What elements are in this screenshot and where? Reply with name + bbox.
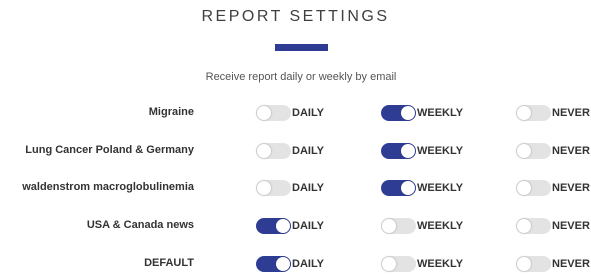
- option-label: DAILY: [292, 258, 324, 270]
- frequency-option-never[interactable]: NEVER: [516, 103, 590, 123]
- setting-row-label: Lung Cancer Poland & Germany: [25, 144, 194, 156]
- report-settings-title: REPORT SETTINGS: [201, 8, 390, 25]
- setting-row-label: Migraine: [148, 106, 194, 118]
- option-label: WEEKLY: [417, 182, 464, 194]
- setting-row: Migraine DAILY WEEKLY NEVER: [0, 103, 591, 123]
- setting-row-label: waldenstrom macroglobulinemia: [22, 181, 194, 193]
- option-label: NEVER: [552, 145, 590, 157]
- frequency-option-daily[interactable]: DAILY: [256, 216, 324, 236]
- frequency-option-weekly[interactable]: WEEKLY: [381, 216, 463, 236]
- title-accent-bar: [275, 44, 328, 51]
- toggle-switch[interactable]: [256, 105, 291, 121]
- toggle-switch[interactable]: [516, 143, 551, 159]
- toggle-knob: [517, 181, 531, 195]
- frequency-option-daily[interactable]: DAILY: [256, 103, 324, 123]
- frequency-option-weekly[interactable]: WEEKLY: [381, 103, 463, 123]
- toggle-switch[interactable]: [256, 180, 291, 196]
- toggle-switch[interactable]: [381, 218, 416, 234]
- setting-row: waldenstrom macroglobulinemia DAILY WEEKLY…: [0, 178, 591, 198]
- setting-row: DEFAULT DAILY WEEKLY NEVER: [0, 254, 591, 274]
- toggle-knob: [401, 181, 415, 195]
- toggle-knob: [401, 144, 415, 158]
- toggle-knob: [517, 106, 531, 120]
- frequency-option-weekly[interactable]: WEEKLY: [381, 178, 463, 198]
- frequency-option-never[interactable]: NEVER: [516, 141, 590, 161]
- option-label: NEVER: [552, 107, 590, 119]
- toggle-knob: [517, 144, 531, 158]
- option-label: NEVER: [552, 220, 590, 232]
- toggle-knob: [257, 106, 271, 120]
- frequency-option-weekly[interactable]: WEEKLY: [381, 141, 463, 161]
- toggle-knob: [276, 219, 290, 233]
- toggle-switch[interactable]: [516, 180, 551, 196]
- option-label: WEEKLY: [417, 107, 464, 119]
- toggle-knob: [257, 144, 271, 158]
- option-label: NEVER: [552, 258, 590, 270]
- option-label: WEEKLY: [417, 145, 464, 157]
- toggle-switch[interactable]: [381, 143, 416, 159]
- toggle-knob: [382, 257, 396, 271]
- setting-row: USA & Canada news DAILY WEEKLY NEVER: [0, 216, 591, 236]
- frequency-option-never[interactable]: NEVER: [516, 254, 590, 274]
- toggle-switch[interactable]: [381, 180, 416, 196]
- frequency-option-weekly[interactable]: WEEKLY: [381, 254, 463, 274]
- option-label: WEEKLY: [417, 220, 464, 232]
- toggle-switch[interactable]: [516, 218, 551, 234]
- toggle-switch[interactable]: [516, 105, 551, 121]
- option-label: DAILY: [292, 145, 324, 157]
- toggle-switch[interactable]: [381, 105, 416, 121]
- toggle-switch[interactable]: [256, 218, 291, 234]
- frequency-option-daily[interactable]: DAILY: [256, 178, 324, 198]
- toggle-knob: [401, 106, 415, 120]
- toggle-knob: [517, 257, 531, 271]
- option-label: DAILY: [292, 220, 324, 232]
- frequency-option-daily[interactable]: DAILY: [256, 254, 324, 274]
- toggle-knob: [257, 181, 271, 195]
- toggle-knob: [517, 219, 531, 233]
- option-label: DAILY: [292, 107, 324, 119]
- frequency-option-daily[interactable]: DAILY: [256, 141, 324, 161]
- toggle-switch[interactable]: [256, 143, 291, 159]
- setting-row-label: DEFAULT: [144, 257, 194, 269]
- toggle-switch[interactable]: [516, 256, 551, 272]
- option-label: WEEKLY: [417, 258, 464, 270]
- toggle-switch[interactable]: [381, 256, 416, 272]
- setting-row: Lung Cancer Poland & Germany DAILY WEEKLY N…: [0, 141, 591, 161]
- report-settings-subtitle: Receive report daily or weekly by email: [205, 71, 397, 83]
- option-label: NEVER: [552, 182, 590, 194]
- toggle-knob: [276, 257, 290, 271]
- frequency-option-never[interactable]: NEVER: [516, 216, 590, 236]
- toggle-switch[interactable]: [256, 256, 291, 272]
- frequency-option-never[interactable]: NEVER: [516, 178, 590, 198]
- option-label: DAILY: [292, 182, 324, 194]
- toggle-knob: [382, 219, 396, 233]
- setting-row-label: USA & Canada news: [86, 219, 194, 231]
